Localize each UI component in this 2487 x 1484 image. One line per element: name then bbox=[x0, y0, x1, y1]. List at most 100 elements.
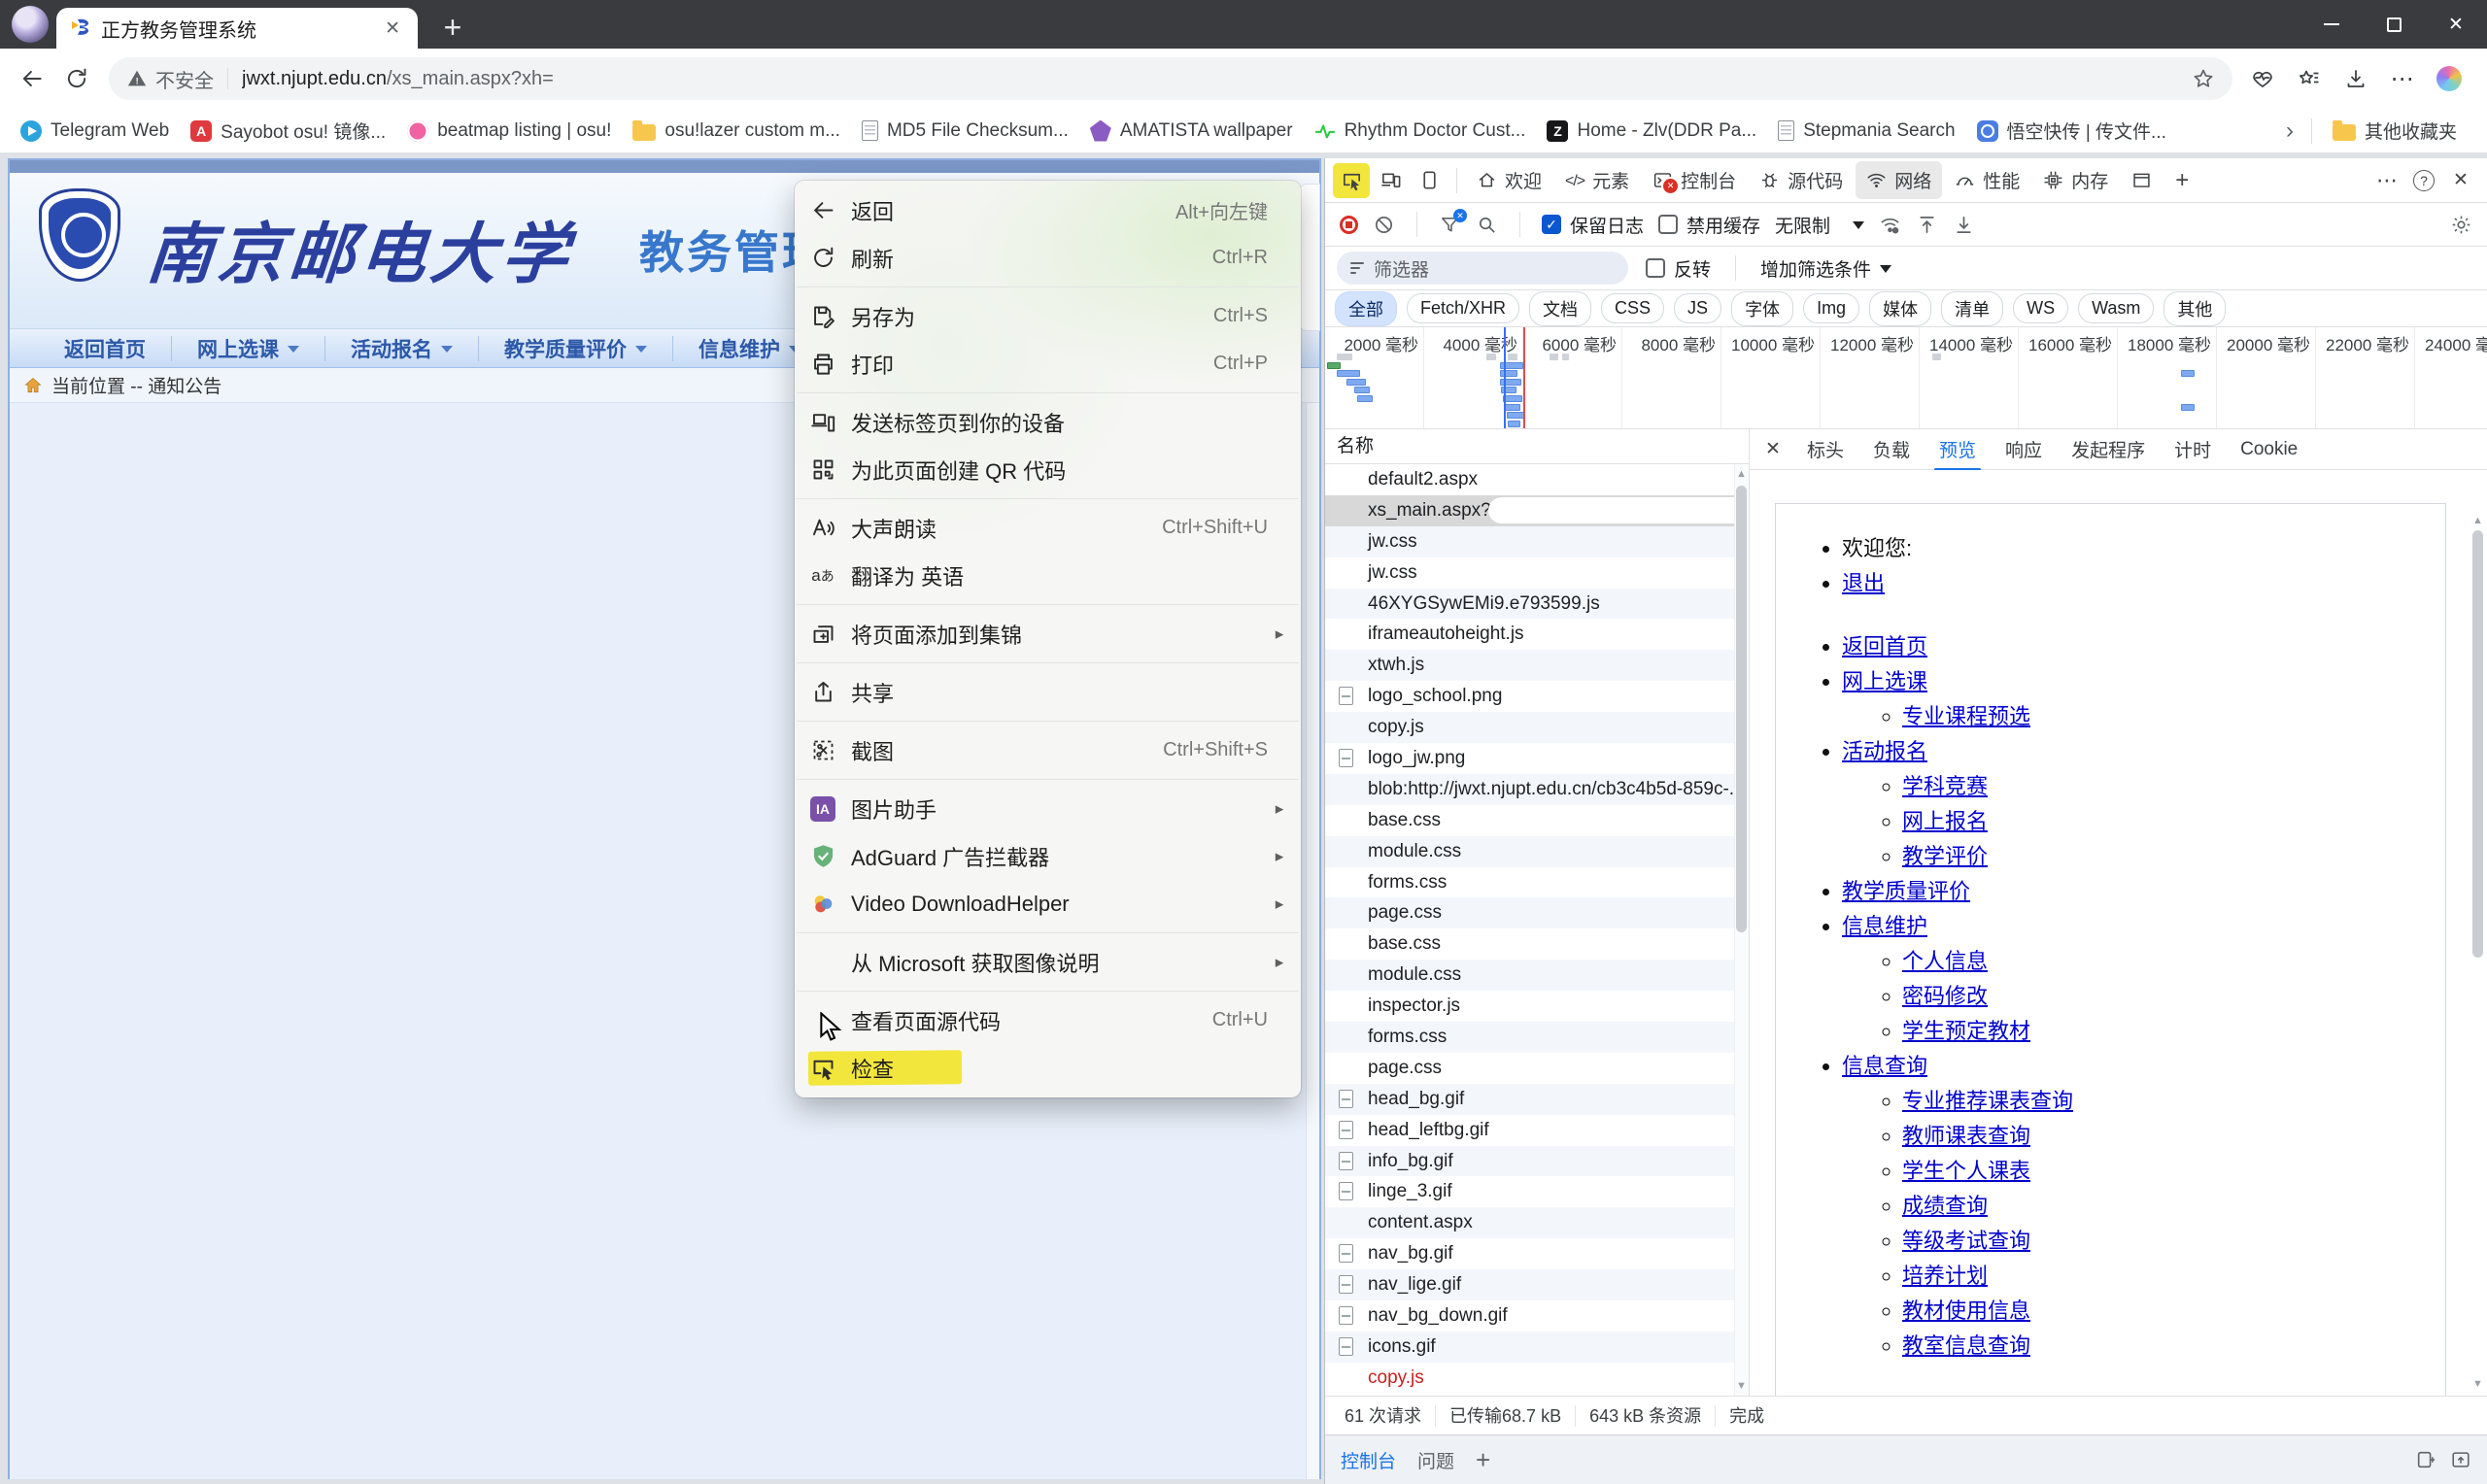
back-button[interactable] bbox=[10, 56, 54, 101]
menu-item-查看页面源代码[interactable]: 查看页面源代码Ctrl+U bbox=[795, 996, 1301, 1044]
detail-tab-发起程序[interactable]: 发起程序 bbox=[2059, 428, 2158, 470]
detail-tab-计时[interactable]: 计时 bbox=[2162, 428, 2224, 470]
request-row[interactable]: jw.css bbox=[1325, 557, 1734, 589]
preview-link[interactable]: 学生个人课表 bbox=[1902, 1159, 2030, 1183]
filter-chip-字体[interactable]: 字体 bbox=[1731, 291, 1793, 326]
detail-tab-响应[interactable]: 响应 bbox=[1993, 428, 2055, 470]
preview-link[interactable]: 信息查询 bbox=[1842, 1054, 1927, 1078]
scroll-down-icon[interactable]: ▼ bbox=[1734, 1378, 1749, 1394]
menu-item-共享[interactable]: 共享 bbox=[795, 668, 1301, 716]
request-row[interactable]: nav_bg_down.gif bbox=[1325, 1300, 1734, 1332]
record-network-log-icon[interactable] bbox=[1340, 216, 1358, 234]
add-drawer-tab-button[interactable]: + bbox=[1476, 1445, 1490, 1475]
copilot-icon[interactable] bbox=[2429, 58, 2470, 99]
request-row[interactable]: nav_bg.gif bbox=[1325, 1238, 1734, 1269]
devtools-tab-元素[interactable]: </>元素 bbox=[1554, 161, 1640, 199]
request-row[interactable]: logo_school.png bbox=[1325, 681, 1734, 712]
filter-icon[interactable]: ✕ bbox=[1439, 214, 1461, 236]
bookmark-item[interactable]: 悟空快传 | 传文件... bbox=[1966, 113, 2177, 149]
devtools-close-icon[interactable]: ✕ bbox=[2442, 163, 2479, 198]
bookmark-item[interactable]: MD5 File Checksum... bbox=[851, 116, 1079, 147]
minimize-button[interactable] bbox=[2300, 0, 2363, 49]
bookmark-item[interactable]: osu!lazer custom m... bbox=[622, 116, 851, 147]
favorites-icon[interactable] bbox=[2289, 58, 2330, 99]
preview-link[interactable]: 等级考试查询 bbox=[1902, 1229, 2030, 1253]
detail-tab-标头[interactable]: 标头 bbox=[1794, 428, 1857, 470]
filter-chip-全部[interactable]: 全部 bbox=[1335, 291, 1397, 326]
bookmark-item[interactable]: Stepmania Search bbox=[1767, 116, 1965, 147]
downloads-icon[interactable] bbox=[2335, 58, 2376, 99]
request-row[interactable]: module.css bbox=[1325, 960, 1734, 991]
menu-item-从 Microsoft 获取图像说明[interactable]: 从 Microsoft 获取图像说明▸ bbox=[795, 938, 1301, 986]
drawer-tab-问题[interactable]: 问题 bbox=[1417, 1447, 1454, 1473]
menu-item-图片助手[interactable]: IA图片助手▸ bbox=[795, 785, 1301, 832]
network-conditions-icon[interactable] bbox=[1879, 214, 1901, 236]
preview-link[interactable]: 教师课表查询 bbox=[1902, 1124, 2030, 1148]
request-row[interactable]: inspector.js bbox=[1325, 991, 1734, 1022]
bookmarks-overflow-icon[interactable]: › bbox=[2278, 118, 2301, 145]
menu-item-为此页面创建 QR 代码[interactable]: 为此页面创建 QR 代码 bbox=[795, 446, 1301, 493]
preview-link[interactable]: 个人信息 bbox=[1902, 949, 1988, 973]
profile-avatar[interactable] bbox=[12, 6, 49, 43]
preview-link[interactable]: 学生预定教材 bbox=[1902, 1019, 2030, 1043]
preview-link[interactable]: 教室信息查询 bbox=[1902, 1333, 2030, 1358]
request-row[interactable]: info_bg.gif bbox=[1325, 1146, 1734, 1177]
request-row[interactable]: 46XYGSywEMi9.e793599.js bbox=[1325, 589, 1734, 620]
request-row[interactable]: icons.gif bbox=[1325, 1332, 1734, 1363]
request-row[interactable]: base.css bbox=[1325, 805, 1734, 836]
close-button[interactable]: ✕ bbox=[2425, 0, 2487, 49]
more-filters-dropdown[interactable]: 增加筛选条件 bbox=[1760, 255, 1891, 282]
request-row[interactable]: iframeautoheight.js bbox=[1325, 619, 1734, 650]
menu-item-AdGuard 广告拦截器[interactable]: AdGuard 广告拦截器▸ bbox=[795, 832, 1301, 880]
devtools-tab-网络[interactable]: 网络 bbox=[1856, 161, 1942, 199]
menu-item-返回[interactable]: 返回Alt+向左键 bbox=[795, 186, 1301, 234]
throttling-dropdown[interactable]: 无限制 bbox=[1775, 212, 1864, 238]
page-nav-item[interactable]: 返回首页 bbox=[39, 336, 172, 361]
request-row[interactable]: copy.js bbox=[1325, 1363, 1734, 1394]
request-row[interactable]: forms.css bbox=[1325, 867, 1734, 898]
detail-tab-Cookie[interactable]: Cookie bbox=[2228, 431, 2310, 468]
filter-chip-媒体[interactable]: 媒体 bbox=[1869, 291, 1931, 326]
scroll-up-icon[interactable]: ▲ bbox=[2470, 513, 2485, 528]
preview-link[interactable]: 专业推荐课表查询 bbox=[1902, 1089, 2073, 1113]
menu-item-将页面添加到集锦[interactable]: 将页面添加到集锦▸ bbox=[795, 610, 1301, 658]
bookmark-item[interactable]: ZHome - Zlv(DDR Pa... bbox=[1536, 116, 1767, 147]
preview-link[interactable]: 网上报名 bbox=[1902, 809, 1988, 833]
preview-link[interactable]: 密码修改 bbox=[1902, 984, 1988, 1008]
filter-chip-WS[interactable]: WS bbox=[2013, 293, 2068, 323]
preview-scrollbar[interactable]: ▲ ▼ bbox=[2470, 513, 2485, 1392]
preview-link[interactable]: 退出 bbox=[1842, 571, 1885, 595]
request-row[interactable]: content.aspx bbox=[1325, 1207, 1734, 1238]
filter-chip-Wasm[interactable]: Wasm bbox=[2078, 293, 2154, 323]
tab-close-icon[interactable]: ✕ bbox=[379, 16, 406, 42]
preview-link[interactable]: 网上选课 bbox=[1842, 669, 1927, 693]
devtools-tab-控制台[interactable]: 控制台 bbox=[1642, 161, 1747, 199]
scroll-down-icon[interactable]: ▼ bbox=[2470, 1376, 2485, 1392]
request-row[interactable]: page.css bbox=[1325, 1053, 1734, 1084]
devtools-tab-性能[interactable]: 性能 bbox=[1944, 161, 2030, 199]
bookmark-item[interactable]: Rhythm Doctor Cust... bbox=[1304, 116, 1537, 147]
page-nav-item[interactable]: 网上选课 bbox=[172, 336, 325, 361]
scroll-up-icon[interactable]: ▲ bbox=[1734, 466, 1749, 482]
bookmark-star-icon[interactable] bbox=[2192, 67, 2215, 90]
request-row[interactable]: module.css bbox=[1325, 836, 1734, 867]
devtools-tab-内存[interactable]: 内存 bbox=[2032, 161, 2119, 199]
request-list-scrollbar[interactable]: ▲ ▼ bbox=[1734, 464, 1749, 1396]
filter-chip-Fetch/XHR[interactable]: Fetch/XHR bbox=[1407, 293, 1519, 323]
detail-tab-负载[interactable]: 负载 bbox=[1860, 428, 1923, 470]
dock-side-icon[interactable] bbox=[1411, 163, 1448, 198]
preview-link[interactable]: 成绩查询 bbox=[1902, 1194, 1988, 1218]
network-settings-gear-icon[interactable] bbox=[2450, 214, 2472, 236]
browser-tab[interactable]: 正方教务管理系统 ✕ bbox=[56, 8, 418, 49]
new-tab-button[interactable]: + bbox=[431, 8, 474, 47]
address-bar[interactable]: ! 不安全 jwxt.njupt.edu.cn/xs_main.aspx?xh= bbox=[109, 57, 2232, 100]
dock-drawer-icon[interactable] bbox=[2415, 1449, 2436, 1470]
export-har-icon[interactable] bbox=[1953, 214, 1975, 236]
request-row[interactable]: default2.aspx bbox=[1325, 464, 1734, 495]
preview-link[interactable]: 培养计划 bbox=[1902, 1264, 1988, 1288]
filter-chip-清单[interactable]: 清单 bbox=[1941, 291, 2003, 326]
devtools-tab-application[interactable] bbox=[2121, 164, 2163, 196]
request-row[interactable]: forms.css bbox=[1325, 1022, 1734, 1053]
import-har-icon[interactable] bbox=[1916, 214, 1938, 236]
search-icon[interactable] bbox=[1476, 214, 1498, 236]
